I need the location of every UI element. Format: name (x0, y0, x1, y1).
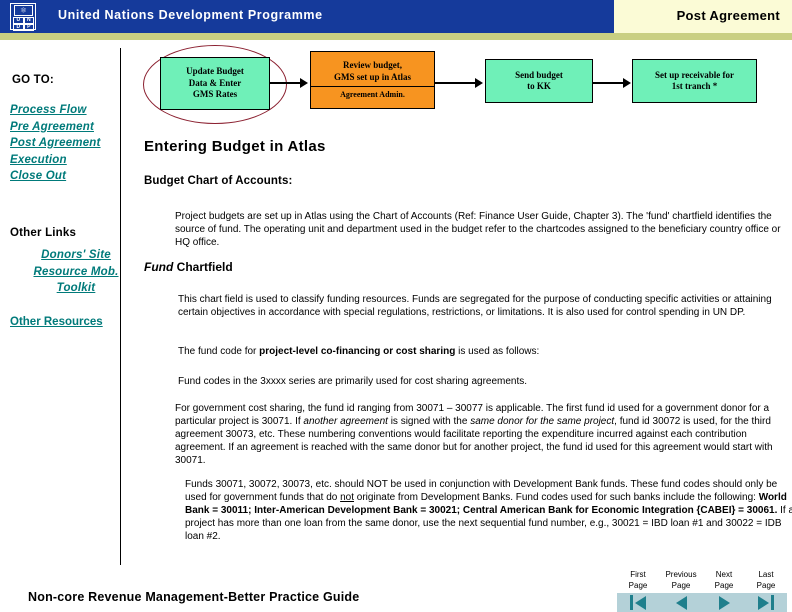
sidebar-item-close-out[interactable]: Close Out (10, 168, 125, 185)
next-page-label: Next Page (703, 570, 745, 591)
flow-arrowhead-2 (475, 78, 483, 88)
sidebar-item-post-agreement[interactable]: Post Agreement (10, 135, 125, 152)
flow-step-line-1: Review budget, (343, 60, 402, 70)
last-page-label: Last Page (745, 570, 787, 591)
logo-letter-n: N (23, 17, 34, 24)
gov-cost-sharing-i2: same donor for the same project (470, 416, 615, 427)
previous-page-label-line1: Previous (665, 570, 697, 579)
flow-step-line-1: Update Budget (186, 66, 244, 77)
sidebar-nav: Process Flow Pre Agreement Post Agreemen… (10, 102, 125, 185)
next-page-button[interactable] (703, 593, 745, 612)
flow-step-line-2: Data & Enter (188, 77, 242, 88)
next-page-label-line2: Page (714, 580, 734, 590)
fund-code-intro-suffix: is used as follows: (455, 346, 540, 357)
paragraph-fund-code-intro: The fund code for project-level co-finan… (178, 345, 778, 358)
first-page-icon (630, 595, 646, 610)
sidebar-item-pre-agreement[interactable]: Pre Agreement (10, 119, 125, 136)
flow-step-line-1: Set up receivable for (654, 69, 735, 80)
last-page-label-line1: Last (758, 570, 774, 579)
flow-arrowhead-1 (300, 78, 308, 88)
section-title: Post Agreement (676, 8, 780, 23)
logo-letter-p: P (23, 24, 34, 31)
flow-step-update-budget[interactable]: Update Budget Data & Enter GMS Rates (160, 57, 270, 110)
flow-step-line-1: Send budget (515, 69, 563, 80)
paragraph-development-bank-funds: Funds 30071, 30072, 30073, etc. should N… (185, 478, 792, 543)
banner-left: ⚛ U N D P United Nations Development Pro… (0, 0, 614, 33)
first-page-button[interactable] (617, 593, 659, 612)
flow-step-set-up-receivable[interactable]: Set up receivable for 1st tranch * (632, 59, 757, 103)
banner-accent-strip (0, 33, 792, 40)
flow-step-line-2: to KK (527, 81, 551, 91)
last-page-icon (758, 595, 774, 610)
flow-step-sublabel: Agreement Admin. (340, 90, 405, 99)
un-emblem-icon: ⚛ (14, 5, 33, 16)
sidebar-item-donors-site[interactable]: Donors' Site (26, 247, 126, 264)
first-page-label-line2: Page (628, 580, 648, 590)
fund-chartfield-heading-italic: Fund (144, 260, 174, 274)
pager-controls: First Page Previous Page Next Page Last … (617, 570, 787, 612)
previous-page-label: Previous Page (660, 570, 702, 591)
undp-letters: U N D P (13, 17, 34, 31)
other-links-nav: Donors' Site Resource Mob. Toolkit (26, 247, 126, 297)
next-page-label-line1: Next (715, 570, 733, 579)
last-page-button[interactable] (745, 593, 787, 612)
next-page-icon (718, 595, 730, 610)
last-page-label-line2: Page (756, 580, 776, 590)
banner-right: Post Agreement (614, 0, 792, 33)
flow-step-divider (311, 86, 434, 87)
previous-page-icon (675, 595, 687, 610)
dev-bank-underline: not (340, 492, 355, 503)
organization-title: United Nations Development Programme (58, 8, 323, 22)
sidebar-item-toolkit[interactable]: Toolkit (26, 280, 126, 297)
gov-cost-sharing-i1: another agreement (303, 416, 388, 427)
sidebar-item-resource-mob[interactable]: Resource Mob. (26, 264, 126, 281)
sidebar: GO TO: Process Flow Pre Agreement Post A… (0, 44, 120, 564)
sidebar-divider (120, 48, 121, 565)
sidebar-item-other-resources[interactable]: Other Resources (10, 316, 103, 328)
paragraph-classify-funding: This chart field is used to classify fun… (178, 294, 772, 318)
footer-title: Non-core Revenue Management-Better Pract… (28, 590, 360, 604)
process-flowchart: Update Budget Data & Enter GMS Rates Rev… (130, 45, 780, 125)
slide-page: ⚛ U N D P United Nations Development Pro… (0, 0, 792, 612)
paragraph-3xxxx-series: Fund codes in the 3xxxx series are prima… (178, 376, 528, 387)
page-title: Entering Budget in Atlas (144, 138, 326, 155)
gov-cost-sharing-b: is signed with the (387, 416, 471, 427)
flow-step-review-budget[interactable]: Review budget, GMS set up in Atlas Agree… (310, 51, 435, 109)
logo-letter-u: U (13, 17, 24, 24)
first-page-label-line1: First (630, 570, 646, 579)
paragraph-government-cost-sharing: For government cost sharing, the fund id… (175, 402, 792, 467)
flow-arrowhead-3 (623, 78, 631, 88)
fund-chartfield-heading-rest: Chartfield (173, 260, 233, 274)
flow-step-line-3: GMS Rates (192, 89, 238, 100)
flow-step-send-budget[interactable]: Send budget to KK (485, 59, 593, 103)
logo-letter-d: D (13, 24, 24, 31)
dev-bank-b: originate from Development Banks. Fund c… (354, 492, 759, 503)
sidebar-item-execution[interactable]: Execution (10, 152, 125, 169)
flow-step-line-2: 1st tranch * (671, 81, 718, 91)
top-banner: ⚛ U N D P United Nations Development Pro… (0, 0, 792, 33)
previous-page-label-line2: Page (671, 580, 691, 590)
paragraph-chart-of-accounts: Project budgets are set up in Atlas usin… (175, 211, 781, 248)
undp-logo: ⚛ U N D P (10, 3, 36, 31)
other-links-label: Other Links (10, 227, 77, 239)
goto-label: GO TO: (12, 74, 54, 86)
flow-step-line-2: GMS set up in Atlas (333, 71, 411, 82)
first-page-label: First Page (617, 570, 659, 591)
sidebar-item-process-flow[interactable]: Process Flow (10, 102, 125, 119)
fund-code-intro-bold: project-level co-financing or cost shari… (259, 346, 456, 357)
previous-page-button[interactable] (660, 593, 702, 612)
fund-chartfield-heading: Fund Chartfield (144, 260, 233, 274)
section-subtitle: Budget Chart of Accounts: (144, 175, 293, 187)
fund-code-intro-prefix: The fund code for (178, 346, 260, 357)
